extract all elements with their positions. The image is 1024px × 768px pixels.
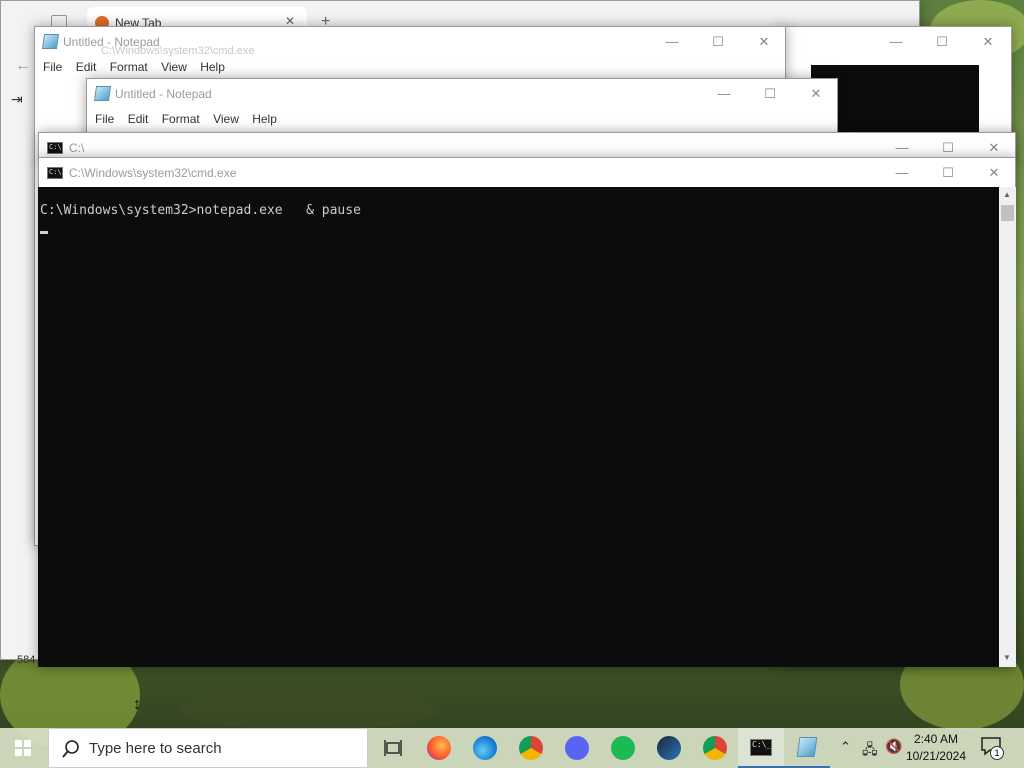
steam-icon [657, 736, 681, 760]
chrome-icon [703, 736, 727, 760]
menu-file[interactable]: File [41, 57, 64, 77]
taskbar-discord[interactable] [554, 728, 600, 768]
volume-muted-icon[interactable]: 🔇 [885, 738, 902, 755]
edge-icon [473, 736, 497, 760]
back-arrow-icon[interactable]: ← [15, 57, 31, 75]
notification-badge: 1 [990, 746, 1004, 760]
scrollbar-thumb[interactable] [1001, 205, 1014, 221]
clock-time: 2:40 AM [913, 732, 958, 746]
taskbar-chrome-2[interactable] [692, 728, 738, 768]
start-button[interactable] [0, 728, 46, 768]
maximize-icon[interactable]: ☐ [747, 79, 793, 109]
taskbar-chrome[interactable] [508, 728, 554, 768]
taskbar-firefox[interactable] [416, 728, 462, 768]
spotify-icon [611, 736, 635, 760]
minimize-icon[interactable]: — [649, 27, 695, 57]
minimize-icon[interactable]: — [879, 158, 925, 188]
close-icon[interactable]: ✕ [793, 79, 839, 109]
sign-in-icon[interactable]: ⇥ [11, 91, 23, 108]
firefox-icon [427, 736, 451, 760]
scroll-up-icon[interactable]: ▲ [1003, 190, 1011, 199]
search-icon [62, 740, 79, 758]
wallpaper-leaf [180, 690, 440, 730]
taskbar-spotify[interactable] [600, 728, 646, 768]
notepad-titlebar[interactable]: Untitled - Notepad — ☐ ✕ [87, 79, 837, 109]
chrome-icon [519, 736, 543, 760]
maximize-icon[interactable]: ☐ [919, 27, 965, 57]
notification-button[interactable]: 1 [980, 736, 1004, 760]
menu-format[interactable]: Format [160, 109, 202, 129]
minimize-icon[interactable]: — [701, 79, 747, 109]
console-area[interactable]: C:\Windows\system32>notepad.exe & pause [38, 187, 1000, 667]
close-icon[interactable]: ✕ [965, 27, 1011, 57]
menu-file[interactable]: File [93, 109, 116, 129]
window-title: C:\ [69, 141, 85, 155]
minimize-icon[interactable]: — [873, 27, 919, 57]
maximize-icon[interactable]: ☐ [695, 27, 741, 57]
show-hidden-icons[interactable]: ⌃ [840, 739, 851, 755]
window-title: C:\Windows\system32\cmd.exe [69, 166, 237, 180]
task-view-button[interactable] [370, 728, 416, 768]
menu-edit[interactable]: Edit [126, 109, 151, 129]
menu-edit[interactable]: Edit [74, 57, 99, 77]
notepad-icon [796, 737, 818, 757]
notepad-icon [41, 34, 60, 49]
cmd-titlebar[interactable]: C:\ C:\Windows\system32\cmd.exe — ☐ ✕ [39, 158, 1015, 188]
notepad-icon [93, 86, 112, 101]
menu-bar: File Edit Format View Help [87, 109, 837, 129]
taskbar-edge[interactable] [462, 728, 508, 768]
menu-view[interactable]: View [159, 57, 189, 77]
menu-help[interactable]: Help [198, 57, 227, 77]
behind-window-title: C:\Windows\system32\cmd.exe [101, 45, 255, 57]
console-line: C:\Windows\system32>notepad.exe & pause [40, 203, 361, 218]
notepad-titlebar[interactable]: Untitled - Notepad C:\Windows\system32\c… [35, 27, 785, 57]
network-icon[interactable]: 🖧 [862, 739, 878, 763]
maximize-icon[interactable]: ☐ [925, 158, 971, 188]
resize-cursor-icon: ↕ [133, 696, 141, 713]
taskbar-cmd[interactable]: C:\_ [738, 728, 784, 768]
close-icon[interactable]: ✕ [971, 158, 1017, 188]
menu-view[interactable]: View [211, 109, 241, 129]
menu-help[interactable]: Help [250, 109, 279, 129]
taskbar: Type here to search C:\_ ⌃ 🖧 🔇 2:40 AM 1… [0, 728, 1024, 768]
cmd-icon: C:\ [47, 142, 63, 154]
scroll-down-icon[interactable]: ▼ [1003, 653, 1011, 662]
search-placeholder: Type here to search [89, 740, 222, 757]
menu-bar: File Edit Format View Help [35, 57, 785, 77]
cmd-icon: C:\_ [750, 738, 772, 756]
menu-format[interactable]: Format [108, 57, 150, 77]
windows-icon [15, 740, 31, 756]
clock[interactable]: 2:40 AM 10/21/2024 [906, 731, 966, 765]
task-view-icon [384, 740, 402, 756]
clock-date: 10/21/2024 [905, 749, 966, 763]
discord-icon [565, 736, 589, 760]
taskbar-steam[interactable] [646, 728, 692, 768]
window-title: Untitled - Notepad [115, 87, 212, 101]
close-icon[interactable]: ✕ [741, 27, 787, 57]
taskbar-notepad[interactable] [784, 728, 830, 768]
search-box[interactable]: Type here to search [48, 728, 368, 768]
scrollbar[interactable]: ▲ ▼ [999, 187, 1016, 667]
text-cursor [40, 231, 48, 234]
page-counter: 584 [17, 654, 36, 666]
cmd-icon: C:\ [47, 167, 63, 179]
